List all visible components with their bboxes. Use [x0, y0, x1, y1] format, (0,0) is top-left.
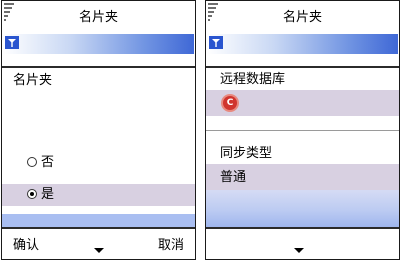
- softkey-bar: [206, 227, 399, 259]
- radio-yes[interactable]: [27, 189, 37, 199]
- sync-type-label: 同步类型: [220, 146, 273, 161]
- network-icon: C: [221, 94, 239, 112]
- option-yes-label: 是: [41, 187, 55, 202]
- option-no[interactable]: 否: [2, 152, 195, 174]
- antenna-icon: [209, 36, 223, 49]
- divider: [2, 66, 195, 68]
- sync-type-value: 普通: [220, 170, 247, 185]
- radio-no[interactable]: [27, 157, 37, 167]
- phone-screen-left: 名片夹 名片夹 否 是 确认 取消: [1, 0, 196, 260]
- option-no-label: 否: [41, 155, 55, 170]
- status-bar: [3, 34, 194, 54]
- antenna-icon: [5, 36, 19, 49]
- screen-title: 名片夹: [282, 10, 322, 25]
- field-label: 名片夹: [13, 73, 53, 88]
- cancel-softkey[interactable]: 取消: [158, 237, 184, 255]
- remote-db-label: 远程数据库: [220, 72, 286, 87]
- chevron-down-icon[interactable]: [94, 248, 104, 253]
- divider: [206, 130, 399, 131]
- confirm-softkey[interactable]: 确认: [13, 237, 39, 255]
- status-bar: [207, 34, 398, 54]
- softkey-bar: 确认 取消: [2, 227, 195, 259]
- screen-title: 名片夹: [78, 10, 118, 25]
- chevron-down-icon[interactable]: [294, 248, 304, 253]
- phone-screen-right: 名片夹 远程数据库 C 同步类型 普通: [205, 0, 400, 260]
- network-icon-letter: C: [226, 98, 234, 108]
- option-yes[interactable]: 是: [2, 184, 195, 206]
- softkey-separator-strip: [2, 214, 195, 227]
- list-bottom-gradient: [206, 190, 399, 227]
- divider: [206, 66, 399, 68]
